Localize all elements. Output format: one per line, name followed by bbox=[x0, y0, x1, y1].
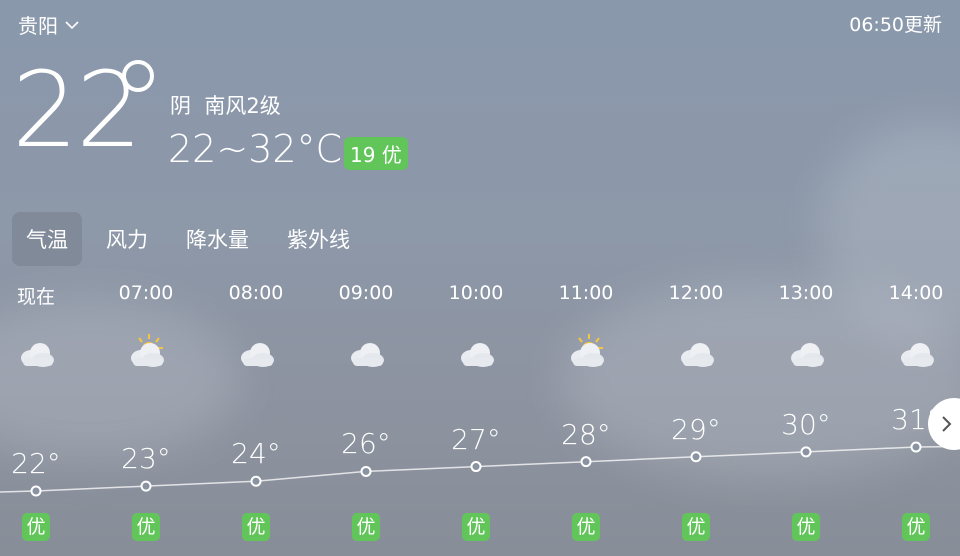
temperature-point bbox=[360, 465, 372, 477]
temperature-point bbox=[580, 456, 592, 468]
temperature-point bbox=[250, 475, 262, 487]
temperature-point bbox=[800, 446, 812, 458]
temperature-point bbox=[30, 485, 42, 497]
temperature-point bbox=[910, 441, 922, 453]
chevron-right-icon bbox=[942, 416, 952, 432]
temperature-point bbox=[690, 451, 702, 463]
temperature-line-chart bbox=[0, 441, 960, 497]
temperature-point bbox=[140, 480, 152, 492]
temperature-point bbox=[470, 461, 482, 473]
